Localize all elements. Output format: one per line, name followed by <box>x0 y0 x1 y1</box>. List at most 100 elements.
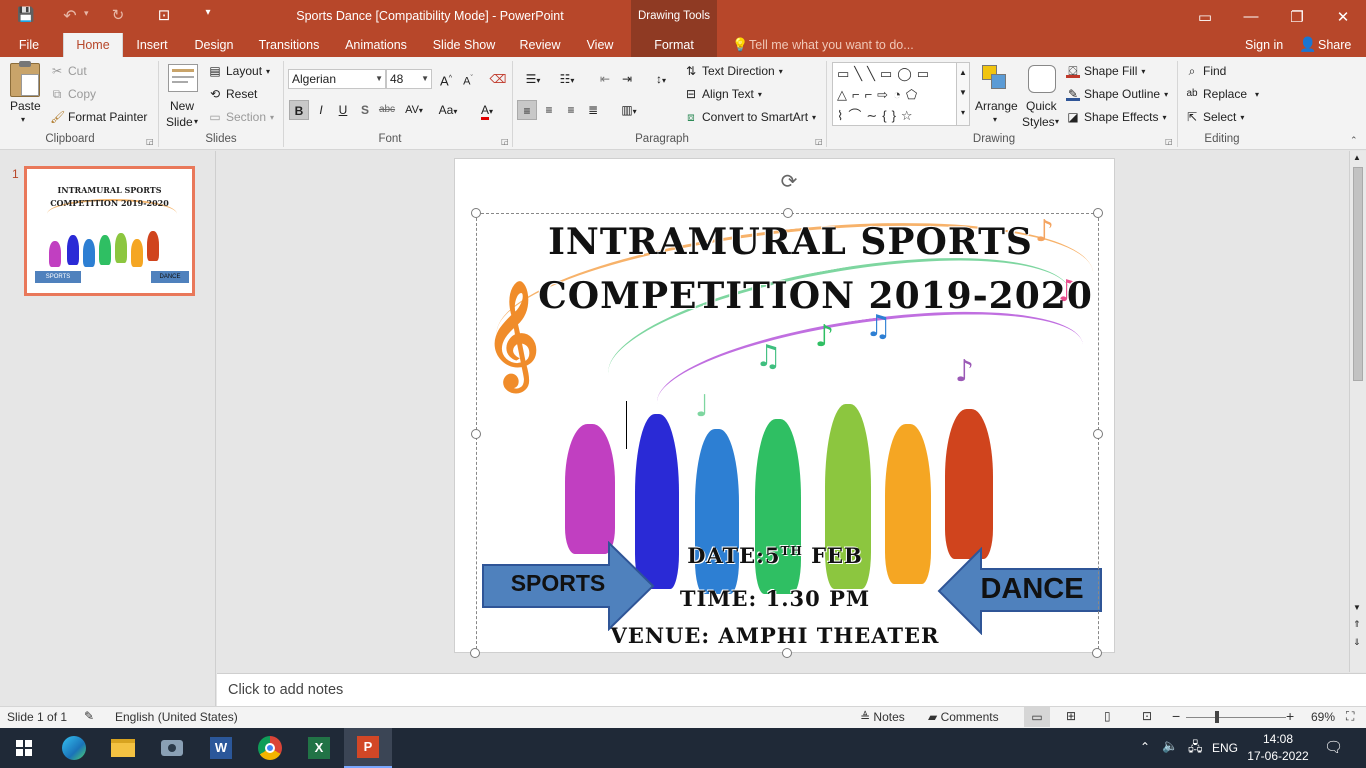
paste-button[interactable]: Paste <box>10 99 41 113</box>
numbering-button[interactable]: ☷▾ <box>552 69 582 89</box>
present-icon[interactable]: ⊡ <box>152 6 176 26</box>
share-icon[interactable]: 👤 <box>1299 36 1316 53</box>
close-button[interactable]: ✕ <box>1320 0 1366 33</box>
arrange-dropdown-icon[interactable]: ▾ <box>993 115 997 124</box>
undo-icon[interactable]: ↶ <box>58 6 82 26</box>
zoom-slider-thumb[interactable] <box>1215 711 1219 723</box>
collapse-ribbon-icon[interactable]: ⌃ <box>1350 135 1358 146</box>
quick-styles-icon[interactable] <box>1028 65 1056 93</box>
arrange-button[interactable]: Arrange <box>975 99 1018 113</box>
resize-handle[interactable] <box>1092 648 1102 658</box>
tab-animations[interactable]: Animations <box>338 33 414 57</box>
clipboard-launcher-icon[interactable]: ◲ <box>146 137 154 146</box>
tab-insert[interactable]: Insert <box>128 33 176 57</box>
zoom-level[interactable]: 69% <box>1311 710 1335 724</box>
quick-styles-button[interactable]: Quick <box>1026 99 1057 113</box>
paragraph-launcher-icon[interactable]: ◲ <box>815 137 823 146</box>
powerpoint-icon[interactable]: P <box>344 728 392 768</box>
character-spacing-button[interactable]: AV▾ <box>400 100 428 120</box>
tab-home[interactable]: Home <box>63 33 123 57</box>
shapes-gallery-more-icon[interactable]: ▲ ▼ ▾ <box>956 63 969 125</box>
tab-design[interactable]: Design <box>188 33 240 57</box>
tab-format[interactable]: Format <box>631 33 717 57</box>
cut-button[interactable]: ✂ Cut <box>50 64 87 78</box>
language-indicator[interactable]: English (United States) <box>115 710 238 724</box>
start-button[interactable] <box>0 728 48 768</box>
select-button[interactable]: ⇱ Select ▾ <box>1185 110 1244 124</box>
edge-icon[interactable] <box>50 728 98 768</box>
new-slide-icon[interactable] <box>168 64 198 92</box>
tab-view[interactable]: View <box>578 33 622 57</box>
arrange-icon[interactable] <box>982 65 1008 91</box>
font-launcher-icon[interactable]: ◲ <box>501 137 509 146</box>
italic-button[interactable]: I <box>311 100 331 120</box>
slideshow-view-icon[interactable]: ⊡ <box>1142 709 1152 723</box>
reading-view-icon[interactable]: ▯ <box>1104 709 1111 723</box>
quick-styles-dropdown-icon[interactable]: ▾ <box>1055 117 1059 126</box>
resize-handle[interactable] <box>470 648 480 658</box>
columns-icon[interactable]: ▥▾ <box>614 100 644 120</box>
paste-icon[interactable] <box>10 61 40 97</box>
bold-button[interactable]: B <box>289 100 309 120</box>
notes-pane[interactable]: Click to add notes <box>217 673 1366 706</box>
shape-outline-button[interactable]: ✎ Shape Outline ▾ <box>1066 87 1168 101</box>
resize-handle[interactable] <box>1093 429 1103 439</box>
justify-icon[interactable]: ≣ <box>583 100 603 120</box>
new-slide-button-line2[interactable]: Slide <box>166 115 193 129</box>
file-explorer-icon[interactable] <box>99 728 147 768</box>
previous-slide-icon[interactable]: ⇑ <box>1353 619 1361 630</box>
find-button[interactable]: ⌕ Find <box>1185 64 1227 78</box>
volume-icon[interactable]: 🔈 <box>1162 738 1178 754</box>
font-size-combo[interactable]: 48 ▼ <box>386 69 432 89</box>
tab-review[interactable]: Review <box>514 33 566 57</box>
resize-handle[interactable] <box>471 429 481 439</box>
fit-slide-icon[interactable]: ⛶ <box>1346 709 1354 724</box>
align-left-icon[interactable]: ≡ <box>517 100 537 120</box>
align-text-button[interactable]: ⊟ Align Text ▾ <box>684 87 762 101</box>
replace-button[interactable]: ab Replace ▾ <box>1185 87 1259 101</box>
slide-sorter-icon[interactable]: ⊞ <box>1066 709 1076 723</box>
increase-indent-icon[interactable]: ⇥ <box>617 69 637 89</box>
input-language[interactable]: ENG <box>1212 741 1238 755</box>
bullets-button[interactable]: ☰▾ <box>518 69 548 89</box>
shape-fill-button[interactable]: ⛋ Shape Fill ▾ <box>1066 64 1145 78</box>
strikethrough-button[interactable]: abc <box>377 100 397 120</box>
notes-placeholder[interactable]: Click to add notes <box>228 682 343 698</box>
customize-qat-icon[interactable]: ▾ <box>200 7 216 18</box>
tell-me-input[interactable]: Tell me what you want to do... <box>749 38 914 52</box>
format-painter-button[interactable]: 🖌 Format Painter <box>50 110 147 124</box>
rotate-handle-icon[interactable]: ⟳ <box>777 169 801 193</box>
font-name-combo[interactable]: Algerian ▼ <box>288 69 386 89</box>
shrink-font-button[interactable]: Aˇ <box>458 69 478 89</box>
camera-icon[interactable] <box>148 728 196 768</box>
spellcheck-icon[interactable]: ✎ <box>84 709 94 723</box>
scroll-up-icon[interactable]: ▲ <box>1353 153 1361 162</box>
slide-canvas[interactable]: 𝄞 ♪ ♫ ♪ ♫ ♪ ♫ ♩ INTRAMURAL SPORTS COMPET… <box>454 158 1115 653</box>
clear-formatting-icon[interactable]: ⌫ <box>488 69 508 89</box>
copy-button[interactable]: ⧉ Copy <box>50 87 96 101</box>
tab-slide-show[interactable]: Slide Show <box>428 33 500 57</box>
reset-button[interactable]: ⟲ Reset <box>208 87 257 101</box>
maximize-button[interactable]: ❐ <box>1274 0 1320 33</box>
clock-time[interactable]: 14:08 <box>1248 732 1308 746</box>
new-slide-dropdown-icon[interactable]: ▾ <box>194 117 198 126</box>
resize-handle[interactable] <box>782 648 792 658</box>
chrome-icon[interactable] <box>246 728 294 768</box>
scroll-down-icon[interactable]: ▼ <box>1353 603 1361 612</box>
zoom-out-icon[interactable]: − <box>1172 708 1180 724</box>
tab-file[interactable]: File <box>8 33 50 57</box>
comments-toggle-button[interactable]: ▰ Comments <box>928 710 999 724</box>
network-icon[interactable]: 🖧 <box>1188 738 1203 760</box>
notes-toggle-button[interactable]: ≜ Notes <box>860 710 905 724</box>
notification-icon[interactable]: 🗨 <box>1324 738 1343 756</box>
save-icon[interactable]: 💾 <box>14 6 38 26</box>
convert-smartart-button[interactable]: ⧈ Convert to SmartArt ▾ <box>684 110 816 124</box>
undo-dropdown-icon[interactable]: ▾ <box>84 8 89 19</box>
sign-in-link[interactable]: Sign in <box>1245 38 1283 52</box>
section-button[interactable]: ▭ Section ▾ <box>208 110 274 124</box>
scroll-thumb[interactable] <box>1353 167 1363 381</box>
align-center-icon[interactable]: ≡ <box>539 100 559 120</box>
resize-handle[interactable] <box>783 208 793 218</box>
text-shadow-button[interactable]: S <box>355 100 375 120</box>
drawing-launcher-icon[interactable]: ◲ <box>1165 137 1173 146</box>
